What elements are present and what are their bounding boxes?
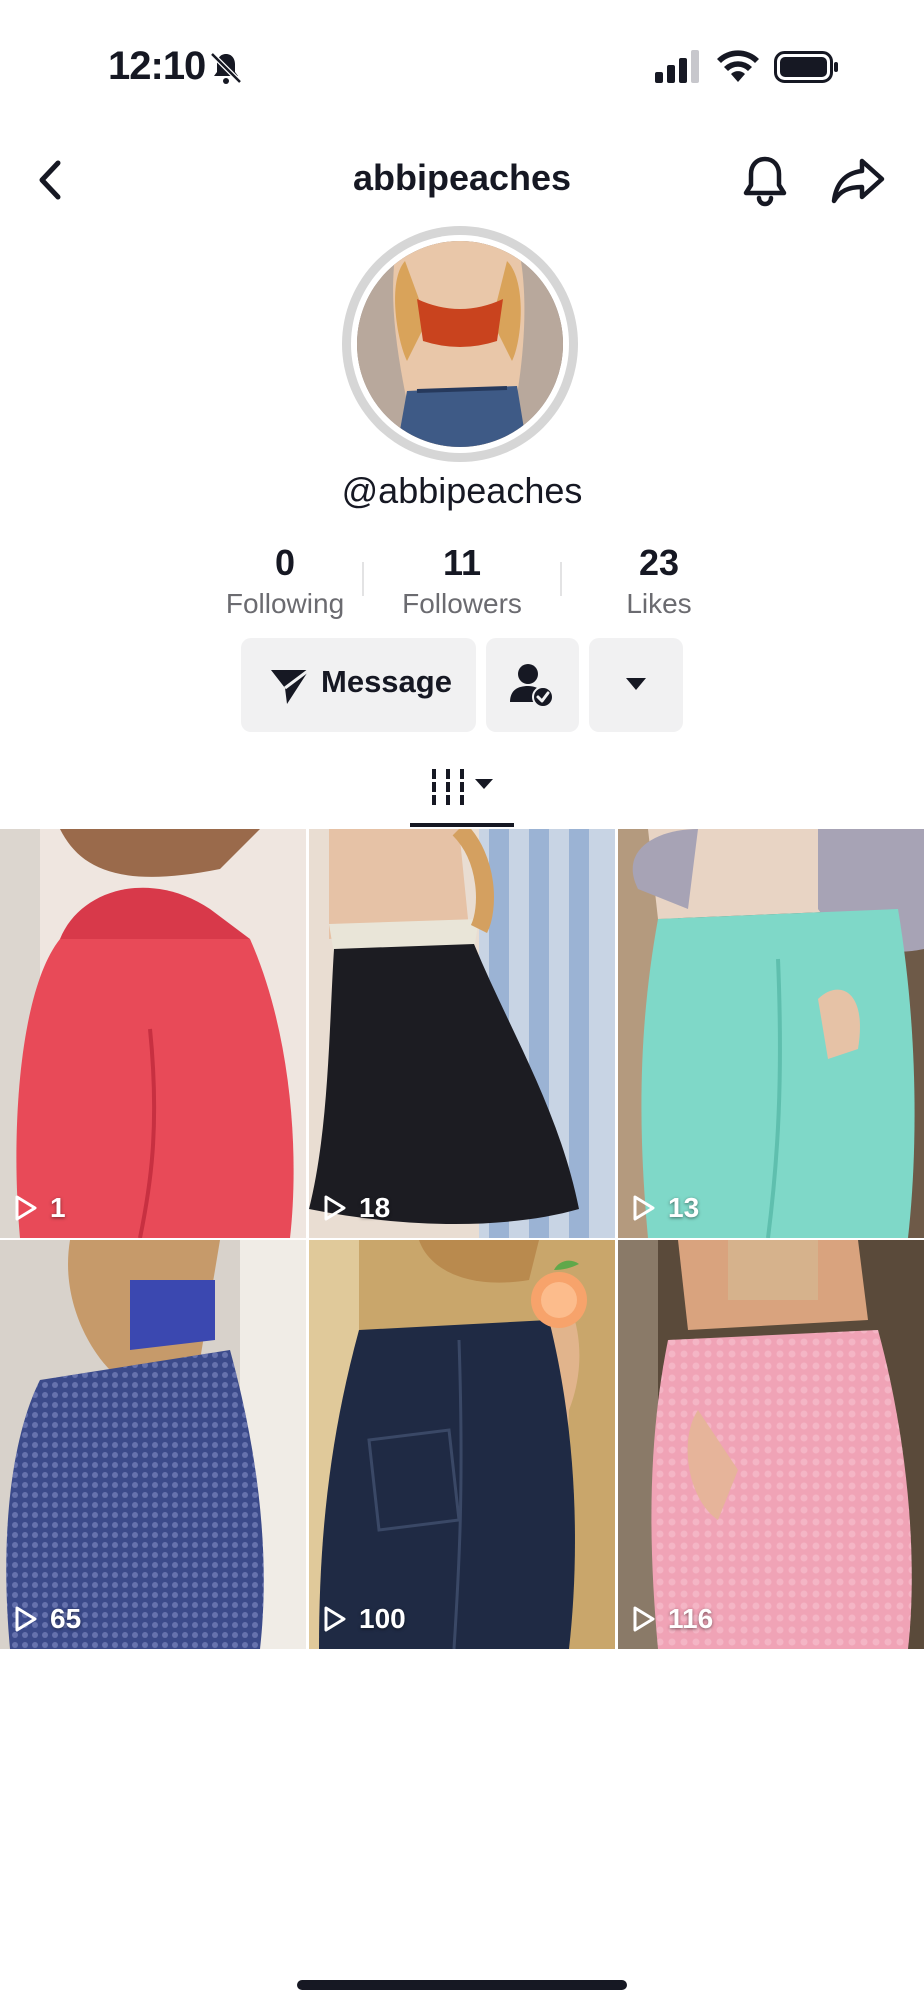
video-thumbnail	[618, 1240, 924, 1649]
stat-value: 23	[638, 542, 680, 583]
share-arrow-icon[interactable]	[830, 153, 886, 209]
stat-divider	[362, 562, 364, 596]
video-tile[interactable]: 116	[618, 1240, 924, 1649]
status-time: 12:10	[108, 44, 206, 88]
message-button[interactable]: Message	[241, 638, 476, 732]
video-tile[interactable]: 13	[618, 829, 924, 1238]
play-icon	[324, 1195, 346, 1221]
view-count-label: 18	[359, 1192, 391, 1223]
avatar	[351, 235, 569, 453]
view-count: 1	[14, 1186, 66, 1230]
stat-label: Followers	[402, 588, 522, 619]
video-thumbnail	[0, 1240, 306, 1649]
avatar-photo	[357, 241, 563, 447]
message-label: Message	[321, 664, 452, 699]
bell-slash-icon	[210, 52, 242, 84]
video-tile[interactable]: 65	[0, 1240, 306, 1649]
send-icon	[271, 668, 310, 704]
profile-actions: Message	[0, 638, 924, 732]
play-icon	[633, 1195, 655, 1221]
video-grid: 1 18 13 65 100 116	[0, 829, 924, 1649]
more-options-button[interactable]	[589, 638, 683, 732]
view-count: 100	[323, 1597, 406, 1641]
bell-icon[interactable]	[738, 153, 792, 207]
video-tile[interactable]: 100	[309, 1240, 615, 1649]
view-count: 18	[323, 1186, 390, 1230]
play-icon	[324, 1606, 346, 1632]
view-count-label: 116	[668, 1603, 714, 1634]
stat-divider	[560, 562, 562, 596]
view-count-label: 65	[50, 1603, 82, 1634]
video-thumbnail	[618, 829, 924, 1238]
view-count-label: 1	[50, 1192, 66, 1223]
video-thumbnail	[0, 829, 306, 1238]
video-thumbnail	[309, 1240, 615, 1649]
play-icon	[15, 1195, 37, 1221]
view-count-label: 100	[359, 1603, 406, 1634]
play-icon	[15, 1606, 37, 1632]
friends-button[interactable]	[486, 638, 579, 732]
play-icon	[633, 1606, 655, 1632]
profile-handle: @abbipeaches	[341, 470, 583, 511]
stat-label: Likes	[626, 588, 692, 619]
user-check-icon	[510, 664, 554, 708]
profile-stats: 0 Following 11 Followers 23 Likes	[200, 540, 724, 640]
tab-active-indicator	[410, 823, 514, 827]
nav-bar: abbipeaches	[0, 135, 924, 225]
stat-following[interactable]: 0 Following	[200, 540, 370, 622]
stat-value: 0	[274, 542, 296, 583]
battery-icon	[774, 51, 838, 83]
caret-down-icon	[626, 678, 646, 690]
view-count: 13	[632, 1186, 699, 1230]
video-grid-icon	[432, 769, 464, 805]
stat-followers[interactable]: 11 Followers	[377, 540, 547, 622]
video-thumbnail	[309, 829, 615, 1238]
view-count: 65	[14, 1597, 81, 1641]
video-tile[interactable]: 1	[0, 829, 306, 1238]
view-count-label: 13	[668, 1192, 700, 1223]
caret-down-icon	[475, 779, 493, 789]
tab-videos[interactable]	[410, 755, 514, 829]
status-bar: 12:10	[0, 0, 924, 135]
video-tile[interactable]: 18	[309, 829, 615, 1238]
avatar-ring[interactable]	[342, 226, 578, 462]
stat-value: 11	[442, 542, 482, 583]
view-count: 116	[632, 1597, 713, 1641]
stat-likes[interactable]: 23 Likes	[574, 540, 744, 622]
home-indicator[interactable]	[297, 1980, 627, 1990]
wifi-icon	[717, 50, 759, 82]
content-tabs	[0, 755, 924, 829]
cellular-signal-icon	[655, 50, 699, 83]
stat-label: Following	[225, 588, 345, 619]
